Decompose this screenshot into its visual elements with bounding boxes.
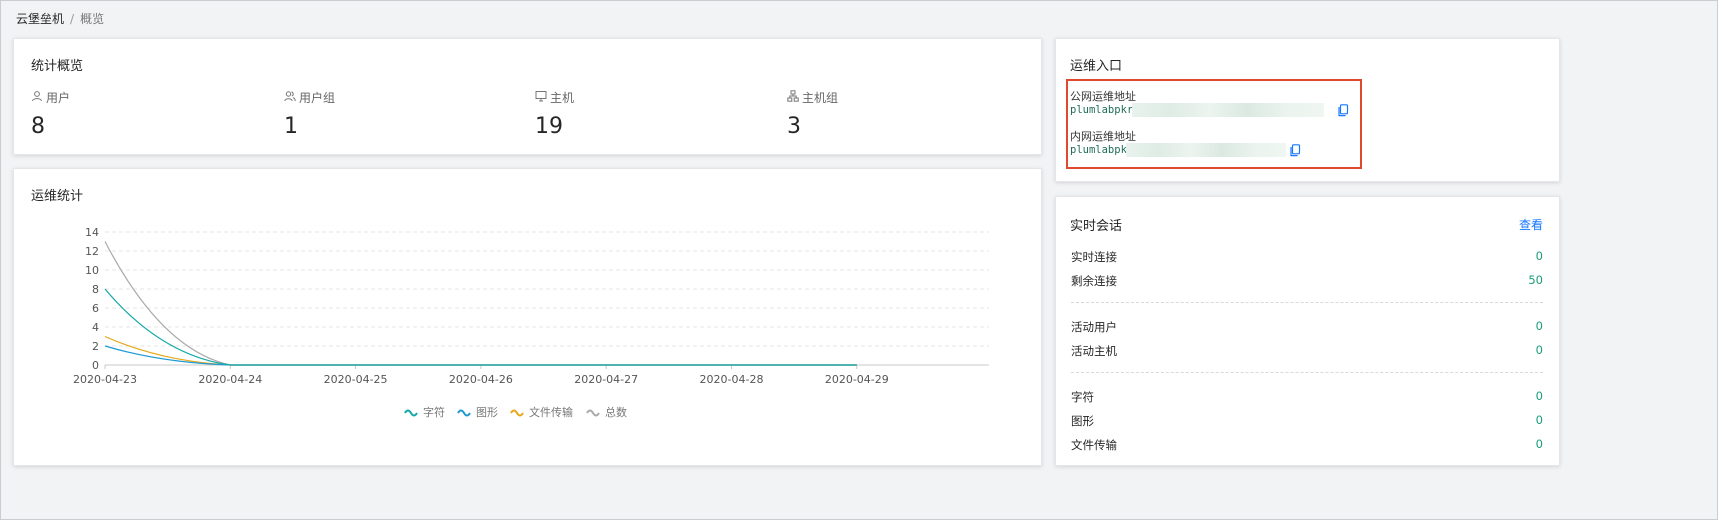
ops-stats-card: 运维统计 0 2 4 6 8 10 12 14 2020-04-23 2020-04-24 2020… — [13, 168, 1042, 466]
legend-label: 总数 — [605, 405, 627, 419]
host-group-icon — [787, 89, 799, 105]
realtime-sessions-card: 实时会话 查看 实时连接 0 剩余连接 50 活动用户 0 活动主机 0 字符 0 图形 0… — [1055, 196, 1560, 466]
breadcrumb-root[interactable]: 云堡垒机 — [16, 12, 64, 26]
stat-users-value: 8 — [31, 114, 45, 139]
public-address-label: 公网运维地址 — [1070, 90, 1136, 103]
stat-users-label: 用户 — [46, 90, 71, 105]
user-icon — [31, 90, 43, 105]
y-tick-label: 2 — [92, 340, 99, 353]
breadcrumb: 云堡垒机 / 概览 — [16, 10, 104, 28]
redacted-public-address — [1132, 103, 1324, 117]
overview-card: 统计概览 用户 8 用户组 1 主机 19 主机组 3 — [13, 38, 1042, 155]
session-row-remaining-connections: 剩余连接 50 — [1071, 273, 1543, 288]
ops-entry-title: 运维入口 — [1070, 59, 1123, 74]
y-tick-label: 0 — [92, 359, 99, 372]
x-tick-label: 2020-04-27 — [574, 373, 638, 386]
breadcrumb-current: 概览 — [80, 12, 105, 26]
overview-title: 统计概览 — [31, 59, 84, 74]
ops-line-chart: 0 2 4 6 8 10 12 14 2020-04-23 2020-04-24 2020-04-2… — [73, 226, 989, 419]
series-line-1 — [104, 345, 857, 366]
session-row-realtime-connections: 实时连接 0 — [1071, 249, 1543, 264]
session-row-graphical: 图形 0 — [1071, 413, 1543, 428]
y-tick-label: 6 — [92, 302, 99, 315]
series-line-2 — [104, 335, 857, 366]
session-divider — [1071, 372, 1543, 373]
stat-user-groups-value: 1 — [284, 114, 298, 139]
breadcrumb-separator: / — [70, 12, 75, 26]
y-tick-label: 14 — [85, 226, 99, 239]
legend-label: 图形 — [476, 406, 498, 419]
copy-public-address-icon[interactable] — [1337, 104, 1349, 117]
legend-label: 字符 — [423, 405, 445, 419]
y-tick-label: 4 — [92, 321, 99, 334]
legend-swatch — [457, 409, 471, 417]
sessions-title: 实时会话 — [1070, 219, 1123, 234]
stat-hosts-label: 主机 — [550, 90, 575, 105]
y-tick-label: 8 — [92, 283, 99, 296]
x-tick-label: 2020-04-24 — [198, 373, 262, 386]
redacted-private-address — [1126, 143, 1286, 157]
session-row-active-hosts: 活动主机 0 — [1071, 343, 1543, 358]
session-row-character: 字符 0 — [1071, 389, 1543, 404]
user-group-icon — [284, 90, 296, 105]
session-divider — [1071, 302, 1543, 303]
stat-user-groups-label: 用户组 — [299, 90, 336, 105]
y-tick-label: 10 — [85, 264, 99, 277]
stat-user-groups: 用户组 1 — [284, 89, 484, 140]
stat-host-groups-value: 3 — [787, 114, 801, 139]
x-tick-label: 2020-04-26 — [449, 373, 513, 386]
stat-users: 用户 8 — [31, 89, 231, 140]
x-tick-label: 2020-04-25 — [324, 373, 388, 386]
legend-swatch — [510, 409, 524, 417]
public-address-value[interactable]: plumlabpkr — [1070, 104, 1133, 116]
session-row-file-transfer: 文件传输 0 — [1071, 437, 1543, 452]
x-tick-label: 2020-04-29 — [825, 373, 889, 386]
view-sessions-link[interactable]: 查看 — [1519, 216, 1543, 233]
session-row-active-users: 活动用户 0 — [1071, 319, 1543, 334]
y-tick-label: 12 — [85, 245, 99, 258]
x-tick-label: 2020-04-28 — [700, 373, 764, 386]
stat-host-groups: 主机组 3 — [787, 89, 987, 140]
copy-private-address-icon[interactable] — [1289, 144, 1301, 157]
ops-entry-card: 运维入口 公网运维地址 plumlabpkr 内网运维地址 plumlabpk — [1055, 38, 1560, 182]
stat-host-groups-label: 主机组 — [802, 90, 839, 105]
stat-hosts-value: 19 — [535, 114, 563, 139]
private-address-label: 内网运维地址 — [1070, 130, 1136, 143]
legend-swatch — [404, 409, 418, 417]
legend-swatch — [586, 409, 600, 417]
private-address-value[interactable]: plumlabpk — [1070, 144, 1127, 156]
stat-hosts: 主机 19 — [535, 89, 735, 140]
legend-label: 文件传输 — [529, 405, 573, 419]
x-tick-label: 2020-04-23 — [73, 373, 137, 386]
monitor-icon — [535, 90, 547, 105]
